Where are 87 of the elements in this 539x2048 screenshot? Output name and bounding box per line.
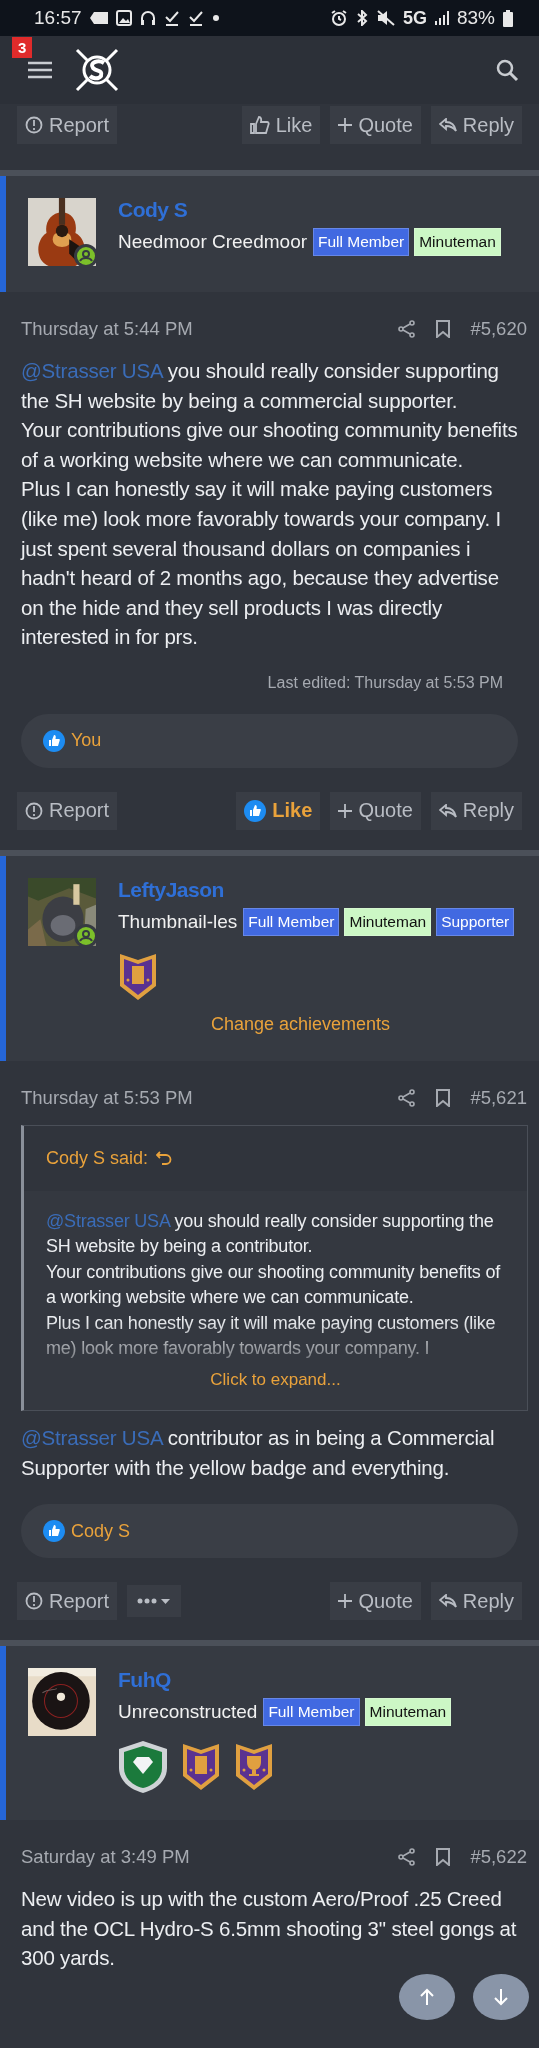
scroll-up-button[interactable] xyxy=(399,1974,455,2020)
thumbs-up-icon xyxy=(244,799,267,822)
like-button[interactable]: Like xyxy=(241,106,321,144)
alarm-icon xyxy=(330,10,347,26)
plus-icon xyxy=(338,803,353,818)
change-achievements-link[interactable]: Change achievements xyxy=(210,1013,391,1035)
report-button[interactable]: Report xyxy=(17,791,118,830)
quote-text: Plus I can honestly say it will make paying customers (like me) look more favorably towards your company. I xyxy=(46,1311,497,1361)
quote-text: @Strasser USA you should really consider supporting the SH website by being a contributor. xyxy=(46,1209,495,1259)
post-text: New video is up with the custom Aero/Proof .25 Creed and the OCL Hydro-S 6.5mm shooting 3" steel gongs at 300 yards. xyxy=(21,1886,518,1972)
share-icon[interactable] xyxy=(398,1088,417,1107)
post-date: Thursday at 5:53 PM xyxy=(21,1086,194,1109)
report-button[interactable]: Report xyxy=(17,1582,118,1621)
bookmark-icon[interactable] xyxy=(436,320,451,338)
user-banner: Supporter xyxy=(436,907,515,936)
post-date: Thursday at 5:44 PM xyxy=(21,318,194,340)
plus-icon xyxy=(338,118,353,132)
jump-back-icon[interactable] xyxy=(156,1150,173,1167)
mute-icon xyxy=(376,10,395,26)
more-button[interactable] xyxy=(127,1585,182,1618)
battery-level: 83% xyxy=(456,7,495,29)
dot-icon xyxy=(211,14,220,22)
notification-badge: 3 xyxy=(12,37,33,58)
arrow-down-icon xyxy=(493,1988,509,2006)
diamond-badge-icon xyxy=(118,1740,168,1795)
like-button[interactable]: Like xyxy=(236,791,321,830)
user-banner: Minuteman xyxy=(344,907,432,936)
share-icon[interactable] xyxy=(398,320,417,338)
reaction-names[interactable]: You xyxy=(71,730,102,752)
scroll-down-button[interactable] xyxy=(473,1974,529,2020)
user-title: Thumbnail-les xyxy=(118,910,238,933)
bookmark-icon[interactable] xyxy=(436,1088,451,1107)
check-icon xyxy=(163,10,180,26)
clock-time: 16:57 xyxy=(34,7,82,29)
bookmark-icon[interactable] xyxy=(436,1848,451,1867)
like-reaction-icon xyxy=(43,729,65,752)
logo-icon[interactable] xyxy=(74,47,120,93)
signal-icon xyxy=(434,11,449,25)
user-banner: Full Member xyxy=(313,228,410,256)
post-text: Plus I can honestly say it will make paying customers (like me) look more favorably towards your company. I just spent several thousand dollars on companies i hadn't heard of 2 months ago, because they advertise on the hide and they sell products I was directly interested in for prs. xyxy=(21,476,503,651)
tag-icon xyxy=(89,12,108,24)
like-reaction-icon xyxy=(43,1520,65,1543)
search-icon[interactable] xyxy=(495,58,519,82)
reply-icon xyxy=(438,1594,457,1609)
post-text: Your contributions give our shooting community benefits of a working website where we can communicate. xyxy=(21,417,519,473)
menu-icon[interactable] xyxy=(28,61,52,79)
reply-button[interactable]: Reply xyxy=(430,106,522,144)
post-text: @Strasser USA you should really consider supporting the SH website by being a commercial supporter. xyxy=(21,358,500,414)
reactions-bar[interactable]: Cody S xyxy=(21,1504,518,1559)
expand-link[interactable]: Click to expand... xyxy=(210,1369,341,1389)
post-text: @Strasser USA contributor as in being a Commercial Supporter with the yellow badge and everything. xyxy=(21,1424,496,1481)
thumbs-up-icon xyxy=(249,116,270,134)
image-icon xyxy=(115,10,132,26)
reply-button[interactable]: Reply xyxy=(430,791,522,830)
user-banner: Minuteman xyxy=(414,228,501,256)
alert-icon xyxy=(25,116,43,134)
user-title: Needmoor Creedmoor xyxy=(118,231,308,253)
quote-text: Your contributions give our shooting community benefits of a working website where we can communicate. xyxy=(46,1260,502,1310)
user-title: Unreconstructed xyxy=(118,1701,258,1724)
post-number[interactable]: #5,621 xyxy=(470,1086,527,1109)
alert-icon xyxy=(25,1592,43,1611)
report-button[interactable]: Report xyxy=(17,106,118,144)
quote-button[interactable]: Quote xyxy=(330,1582,421,1621)
post-date: Saturday at 3:49 PM xyxy=(21,1846,191,1869)
network-label: 5G xyxy=(402,7,427,29)
reactions-bar[interactable]: You xyxy=(21,713,518,768)
reply-icon xyxy=(438,803,457,818)
user-banner: Full Member xyxy=(263,1698,360,1727)
alert-icon xyxy=(25,801,43,820)
post-number[interactable]: #5,620 xyxy=(470,318,527,340)
battery-icon xyxy=(503,9,513,27)
user-banner: Minuteman xyxy=(364,1698,452,1727)
quote-button[interactable]: Quote xyxy=(330,791,421,830)
user-banner: Full Member xyxy=(243,907,340,936)
quote-author[interactable]: Cody S said: xyxy=(46,1147,149,1169)
reaction-names[interactable]: Cody S xyxy=(71,1520,131,1542)
more-icon xyxy=(137,1597,172,1606)
headphones-icon xyxy=(139,10,156,26)
arrow-up-icon xyxy=(419,1988,435,2006)
reply-button[interactable]: Reply xyxy=(430,1582,522,1621)
last-edited-note: Last edited: Thursday at 5:53 PM xyxy=(267,673,503,691)
reply-icon xyxy=(438,118,457,132)
quote-button[interactable]: Quote xyxy=(330,106,421,144)
check-icon xyxy=(187,10,204,26)
plus-icon xyxy=(338,1594,353,1609)
post-number[interactable]: #5,622 xyxy=(470,1846,527,1869)
share-icon[interactable] xyxy=(398,1848,417,1867)
